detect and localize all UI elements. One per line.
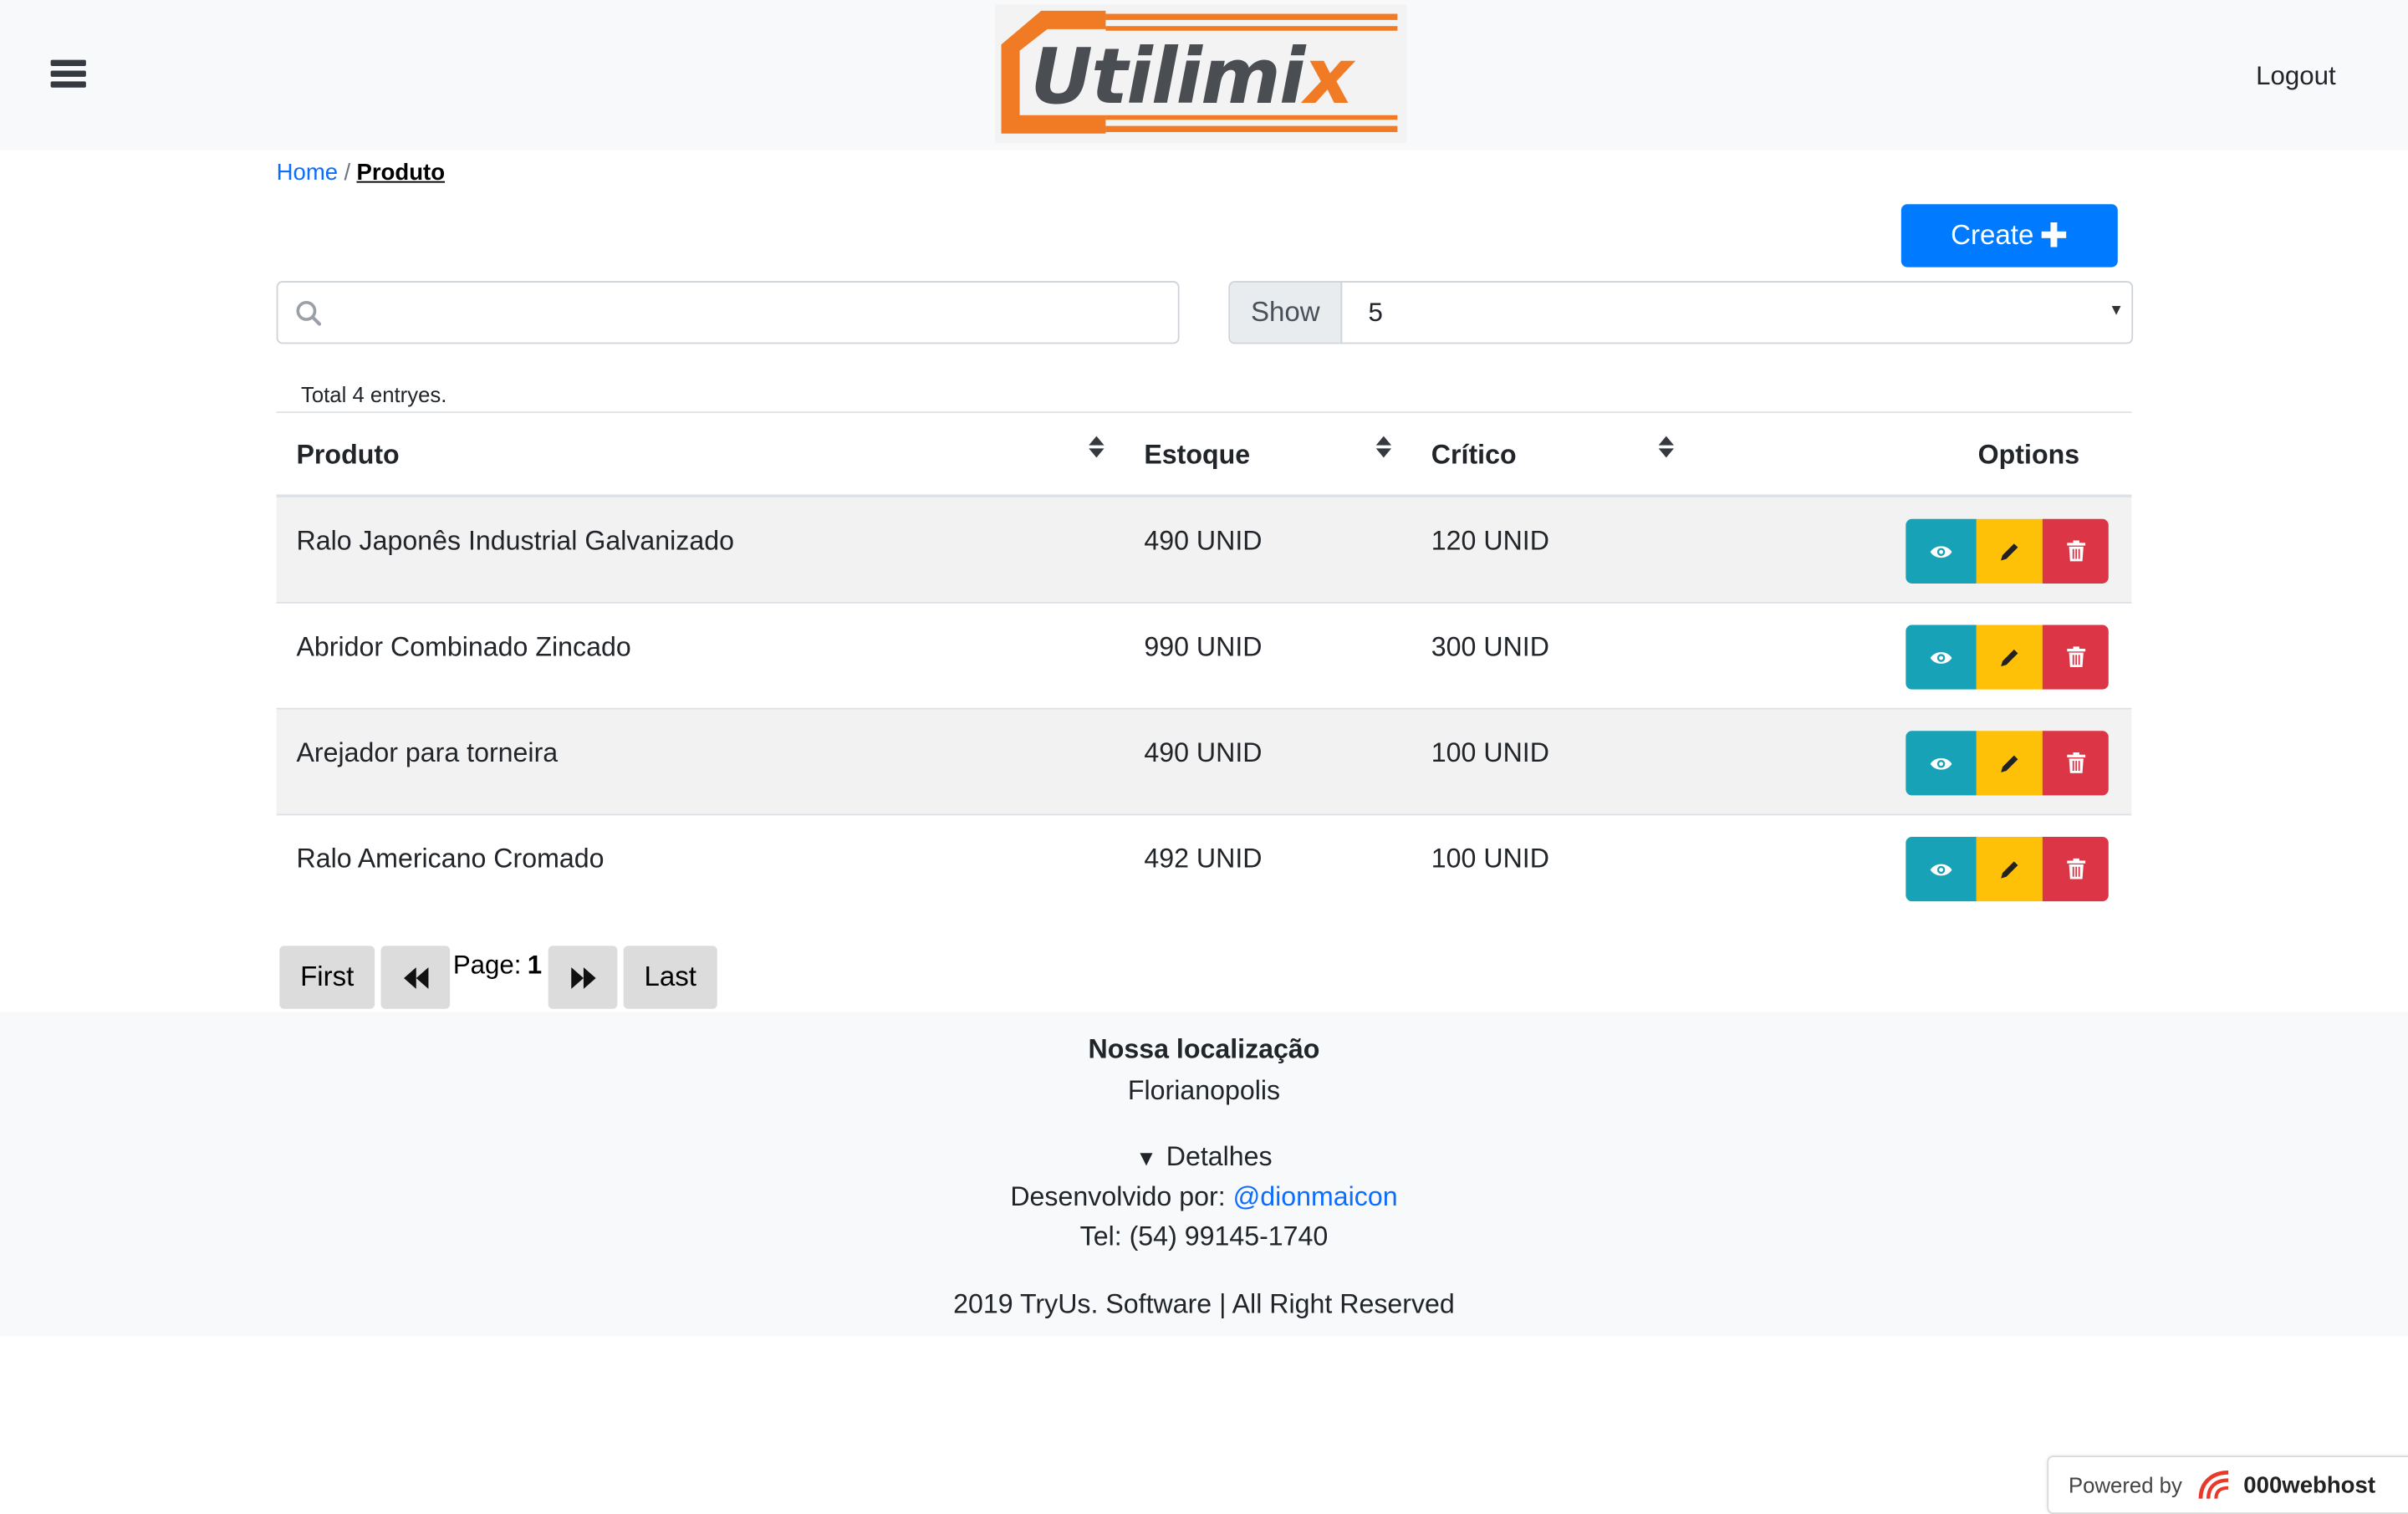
column-header-critico[interactable]: Crítico xyxy=(1431,439,1517,472)
cell-estoque: 490 UNID xyxy=(1144,737,1263,768)
products-table: Produto Estoque Crítico Options Ralo Jap… xyxy=(276,411,2132,920)
footer-city: Florianopolis xyxy=(1127,1074,1281,1106)
cell-critico: 300 UNID xyxy=(1431,630,1549,662)
footer-phone: Tel: (54) 99145-1740 xyxy=(1079,1221,1329,1251)
sort-produto-icon[interactable] xyxy=(1089,436,1105,461)
footer-developer: Desenvolvido por: @dionmaicon xyxy=(0,1180,2408,1213)
view-button[interactable] xyxy=(1905,624,1977,690)
cell-critico: 120 UNID xyxy=(1431,525,1549,556)
plus-icon: ✚ xyxy=(2039,216,2069,254)
search-input[interactable] xyxy=(336,282,1172,343)
create-button-label: Create xyxy=(1951,219,2034,251)
cell-estoque: 490 UNID xyxy=(1144,525,1263,556)
logo-wordmark: Utilimix xyxy=(1030,32,1353,122)
table-row: Arejador para torneira 490 UNID 100 UNID xyxy=(276,709,2132,816)
backward-icon xyxy=(403,966,428,988)
000webhost-logo-icon xyxy=(2198,1471,2229,1499)
eye-icon xyxy=(1930,757,1952,769)
developer-link[interactable]: @dionmaicon xyxy=(1233,1180,1398,1211)
footer-location-title: Nossa localização xyxy=(1088,1033,1320,1064)
eye-icon xyxy=(1930,863,1952,875)
utilimix-logo[interactable]: Utilimix xyxy=(995,4,1407,143)
row-actions xyxy=(1905,731,2109,796)
eye-icon xyxy=(1930,651,1952,663)
powered-by-brand: 000webhost xyxy=(2243,1471,2376,1498)
column-header-estoque[interactable]: Estoque xyxy=(1144,439,1250,472)
cell-produto: Arejador para torneira xyxy=(296,737,559,768)
delete-button[interactable] xyxy=(2042,837,2109,902)
table-row: Ralo Japonês Industrial Galvanizado 490 … xyxy=(276,497,2132,604)
sort-critico-icon[interactable] xyxy=(1658,436,1675,461)
trash-icon xyxy=(2066,752,2085,773)
trash-icon xyxy=(2066,858,2085,879)
cell-critico: 100 UNID xyxy=(1431,737,1549,768)
page-number: 1 xyxy=(527,950,543,980)
powered-by-label: Powered by xyxy=(2069,1472,2182,1497)
delete-button[interactable] xyxy=(2042,624,2109,690)
forward-icon xyxy=(570,966,595,988)
details-toggle[interactable]: ▼ Detalhes xyxy=(0,1141,2408,1174)
eye-icon xyxy=(1930,545,1952,558)
total-entries-text: Total 4 entryes. xyxy=(300,382,447,407)
page-size-select[interactable]: Show 5 ▼ xyxy=(1228,281,2134,344)
row-actions xyxy=(1905,518,2109,584)
show-label: Show xyxy=(1230,282,1343,343)
page-label: Page: xyxy=(452,950,522,980)
edit-button[interactable] xyxy=(1976,837,2043,902)
page-indicator: Page: 1 xyxy=(453,951,542,981)
view-button[interactable] xyxy=(1905,837,1977,902)
view-button[interactable] xyxy=(1905,518,1977,584)
previous-page-button[interactable] xyxy=(380,946,451,1009)
page-size-value[interactable]: 5 xyxy=(1368,298,1382,329)
pencil-icon xyxy=(2001,860,2018,878)
delete-button[interactable] xyxy=(2042,731,2109,796)
pencil-icon xyxy=(2001,543,2018,560)
logout-link[interactable]: Logout xyxy=(2256,61,2336,92)
create-button[interactable]: Create ✚ xyxy=(1900,204,2118,268)
pencil-icon xyxy=(2001,754,2018,772)
cell-produto: Ralo Japonês Industrial Galvanizado xyxy=(296,525,735,556)
cell-produto: Abridor Combinado Zincado xyxy=(296,630,631,662)
view-button[interactable] xyxy=(1905,731,1977,796)
search-icon xyxy=(296,300,322,326)
last-page-button[interactable]: Last xyxy=(623,946,717,1009)
table-row: Abridor Combinado Zincado 990 UNID 300 U… xyxy=(276,604,2132,710)
delete-button[interactable] xyxy=(2042,518,2109,584)
edit-button[interactable] xyxy=(1976,624,2043,690)
row-actions xyxy=(1905,837,2109,902)
column-header-options: Options xyxy=(1977,439,2080,471)
first-page-button[interactable]: First xyxy=(279,946,375,1009)
trash-icon xyxy=(2066,646,2085,668)
developed-by-label: Desenvolvido por: xyxy=(1010,1180,1226,1212)
column-header-produto[interactable]: Produto xyxy=(296,439,399,472)
breadcrumb-separator: / xyxy=(344,160,351,186)
table-header: Produto Estoque Crítico Options xyxy=(276,413,2132,498)
powered-by-badge[interactable]: Powered by 000webhost xyxy=(2047,1455,2408,1514)
row-actions xyxy=(1905,624,2109,690)
sort-estoque-icon[interactable] xyxy=(1375,436,1392,461)
breadcrumb-current: Produto xyxy=(356,160,446,186)
footer-copyright: 2019 TryUs. Software | All Right Reserve… xyxy=(953,1287,1455,1319)
next-page-button[interactable] xyxy=(548,946,618,1009)
search-field[interactable] xyxy=(276,281,1180,344)
hamburger-menu-icon[interactable] xyxy=(50,59,88,89)
table-row: Ralo Americano Cromado 492 UNID 100 UNID xyxy=(277,815,2132,920)
breadcrumb: Home / Produto xyxy=(277,160,445,186)
details-label: Detalhes xyxy=(1166,1140,1273,1172)
cell-estoque: 492 UNID xyxy=(1144,843,1263,874)
disclosure-triangle-icon: ▼ xyxy=(1135,1145,1157,1170)
trash-icon xyxy=(2066,540,2085,562)
edit-button[interactable] xyxy=(1976,731,2043,796)
dropdown-caret-icon[interactable]: ▼ xyxy=(2109,303,2124,319)
footer: Nossa localização Florianopolis ▼ Detalhe… xyxy=(0,1012,2408,1336)
cell-produto: Ralo Americano Cromado xyxy=(296,843,605,874)
pencil-icon xyxy=(2001,649,2018,666)
breadcrumb-home-link[interactable]: Home xyxy=(277,160,338,186)
edit-button[interactable] xyxy=(1976,518,2043,584)
top-navbar: Utilimix Logout xyxy=(0,0,2408,150)
cell-estoque: 990 UNID xyxy=(1144,630,1263,662)
cell-critico: 100 UNID xyxy=(1431,843,1549,874)
